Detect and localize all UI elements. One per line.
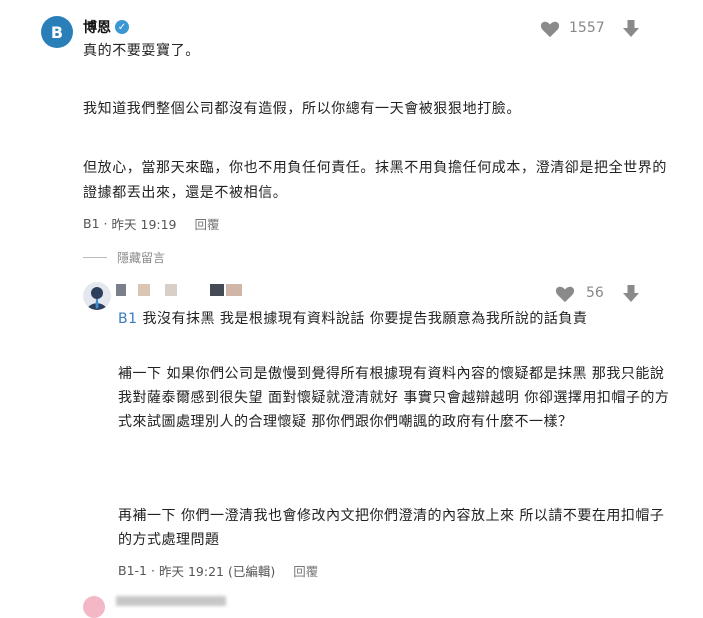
comment-paragraph: 真的不要耍寶了。 bbox=[83, 43, 200, 59]
redacted-username bbox=[116, 284, 126, 296]
comment-paragraph: 再補一下 你們一澄清我也會修改內文把你們澄清的內容放上來 所以請不要在用扣帽子的… bbox=[118, 508, 665, 548]
like-count: 56 bbox=[586, 285, 604, 301]
redacted-username bbox=[138, 284, 150, 296]
avatar-figure-icon bbox=[87, 287, 107, 310]
comment-paragraph: B1 我沒有抹黑 我是根據現有資料說話 你要提告我願意為我所說的話負責 bbox=[118, 311, 588, 327]
verified-badge-icon: ✓ bbox=[115, 20, 129, 34]
comment-meta: B1-1 · 昨天 19:21 (已編輯) 回覆 bbox=[118, 561, 319, 580]
floor-number: B1-1 bbox=[118, 563, 147, 578]
redacted-username bbox=[226, 284, 242, 296]
author-name: 博恩 bbox=[83, 20, 111, 36]
redacted-username bbox=[210, 284, 224, 296]
reply-button[interactable]: 回覆 bbox=[195, 214, 220, 233]
heart-icon[interactable] bbox=[555, 285, 575, 303]
timestamp: 昨天 19:21 (已編輯) bbox=[158, 564, 276, 579]
avatar-letter: B bbox=[50, 22, 64, 42]
redacted-username bbox=[116, 596, 226, 606]
comment-meta: B1 · 昨天 19:19 回覆 bbox=[83, 214, 220, 233]
floor-mention-link[interactable]: B1 bbox=[118, 311, 138, 327]
avatar[interactable] bbox=[83, 282, 111, 310]
reply-button[interactable]: 回覆 bbox=[293, 561, 318, 580]
timestamp: 昨天 19:19 bbox=[111, 217, 177, 232]
like-count: 1557 bbox=[569, 20, 605, 36]
avatar[interactable] bbox=[83, 596, 105, 618]
comment-author[interactable]: 博恩 ✓ bbox=[83, 17, 129, 37]
comment-paragraph: 但放心，當那天來臨，你也不用負任何責任。抹黑不用負擔任何成本，澄清卻是把全世界的… bbox=[83, 160, 667, 201]
divider bbox=[83, 257, 107, 258]
floor-number: B1 bbox=[83, 216, 100, 231]
avatar[interactable]: B bbox=[41, 16, 73, 48]
downvote-arrow-icon[interactable] bbox=[622, 20, 640, 38]
comment-paragraph: 補一下 如果你們公司是傲慢到覺得所有根據現有資料內容的懷疑都是抹黑 那我只能說我… bbox=[118, 366, 670, 430]
heart-icon[interactable] bbox=[540, 20, 560, 38]
redacted-username bbox=[165, 284, 177, 296]
comment-paragraph: 我知道我們整個公司都沒有造假，所以你總有一天會被狠狠地打臉。 bbox=[83, 101, 521, 117]
downvote-arrow-icon[interactable] bbox=[622, 285, 640, 303]
hidden-comments-toggle[interactable]: 隱藏留言 bbox=[117, 249, 165, 266]
